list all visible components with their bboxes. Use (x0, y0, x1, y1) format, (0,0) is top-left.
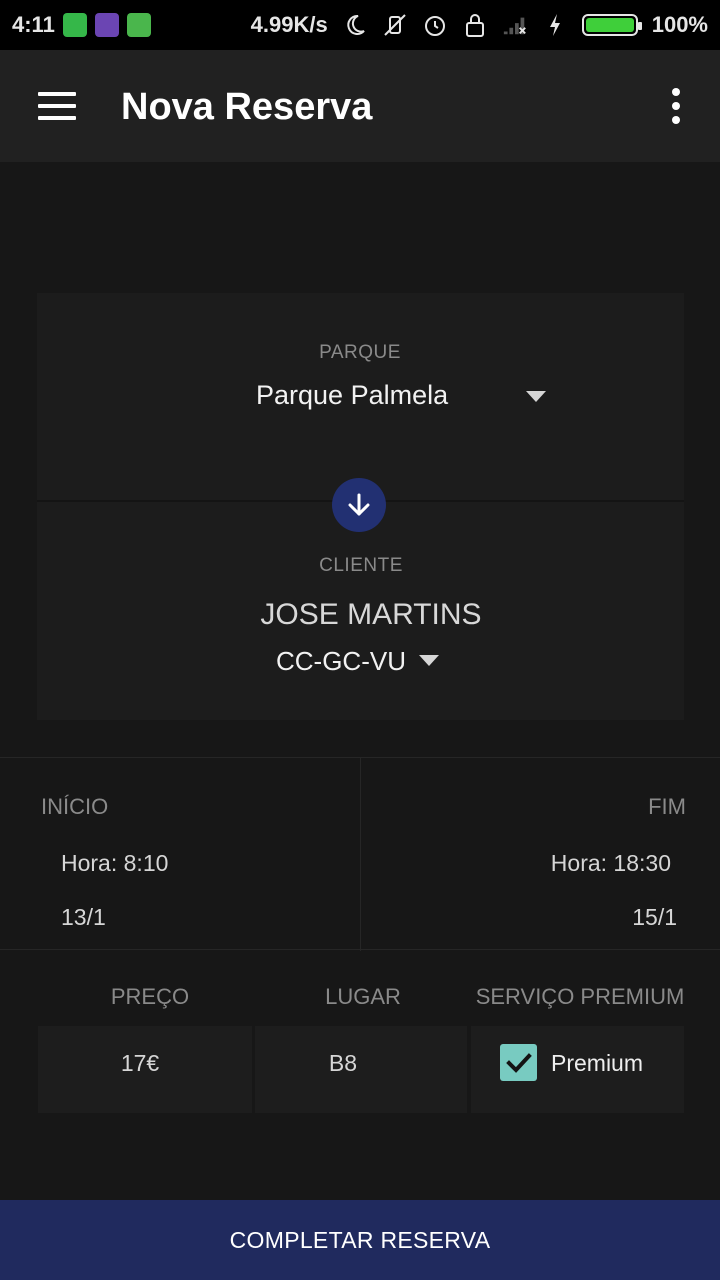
battery-app-icon (62, 13, 87, 37)
inicio-label: INÍCIO (41, 794, 109, 819)
moon-icon (342, 12, 368, 38)
plate-dropdown[interactable]: CC-GC-VU (276, 646, 456, 682)
premium-service-label: SERVIÇO PREMIUM (475, 984, 685, 1009)
chevron-down-icon (419, 655, 439, 666)
parque-value: Parque Palmela (256, 380, 449, 410)
inicio-time[interactable]: Hora: 8:10 (61, 850, 168, 877)
twitch-icon (94, 13, 119, 37)
cat-app-icon (126, 13, 151, 37)
parque-label: PARQUE (319, 342, 401, 363)
plate-value: CC-GC-VU (276, 646, 406, 676)
fim-time[interactable]: Hora: 18:30 (551, 850, 671, 877)
app-bar: Nova Reserva (0, 50, 720, 162)
hamburger-icon[interactable] (38, 92, 76, 120)
place-value: B8 (328, 1050, 358, 1076)
charging-icon (542, 12, 568, 38)
network-speed: 4.99K/s (250, 12, 328, 37)
battery-icon (581, 14, 642, 36)
vibrate-off-icon (382, 12, 408, 38)
dates-section: INÍCIO Hora: 8:10 13/1 FIM Hora: 18:30 1… (0, 757, 720, 951)
fim-label: FIM (648, 794, 686, 819)
status-time: 4:11 (12, 12, 55, 37)
page-title: Nova Reserva (121, 86, 373, 128)
price-label: PREÇO (110, 984, 190, 1009)
swap-button[interactable] (332, 478, 386, 532)
premium-checkbox[interactable] (500, 1044, 537, 1081)
lock-icon (462, 12, 488, 38)
inicio-date[interactable]: 13/1 (61, 904, 106, 931)
fim-date[interactable]: 15/1 (632, 904, 677, 931)
price-value: 17€ (120, 1050, 160, 1076)
chevron-down-icon (526, 391, 546, 402)
place-label: LUGAR (325, 984, 401, 1009)
battery-percent: 100% (651, 12, 708, 37)
parque-dropdown[interactable]: Parque Palmela (256, 380, 556, 420)
arrow-down-icon (348, 493, 370, 516)
cliente-name: JOSE MARTINS (260, 598, 482, 631)
cliente-label: CLIENTE (319, 555, 403, 576)
check-icon (505, 1052, 532, 1073)
more-vert-icon[interactable] (666, 88, 686, 124)
complete-reservation-button[interactable]: COMPLETAR RESERVA (0, 1200, 720, 1280)
signal-icon (502, 12, 528, 38)
status-bar: 4:11 4.99K/s 100% (0, 0, 720, 50)
premium-checkbox-label[interactable]: Premium (551, 1050, 643, 1077)
dates-divider (360, 758, 361, 951)
alarm-icon (422, 12, 448, 38)
